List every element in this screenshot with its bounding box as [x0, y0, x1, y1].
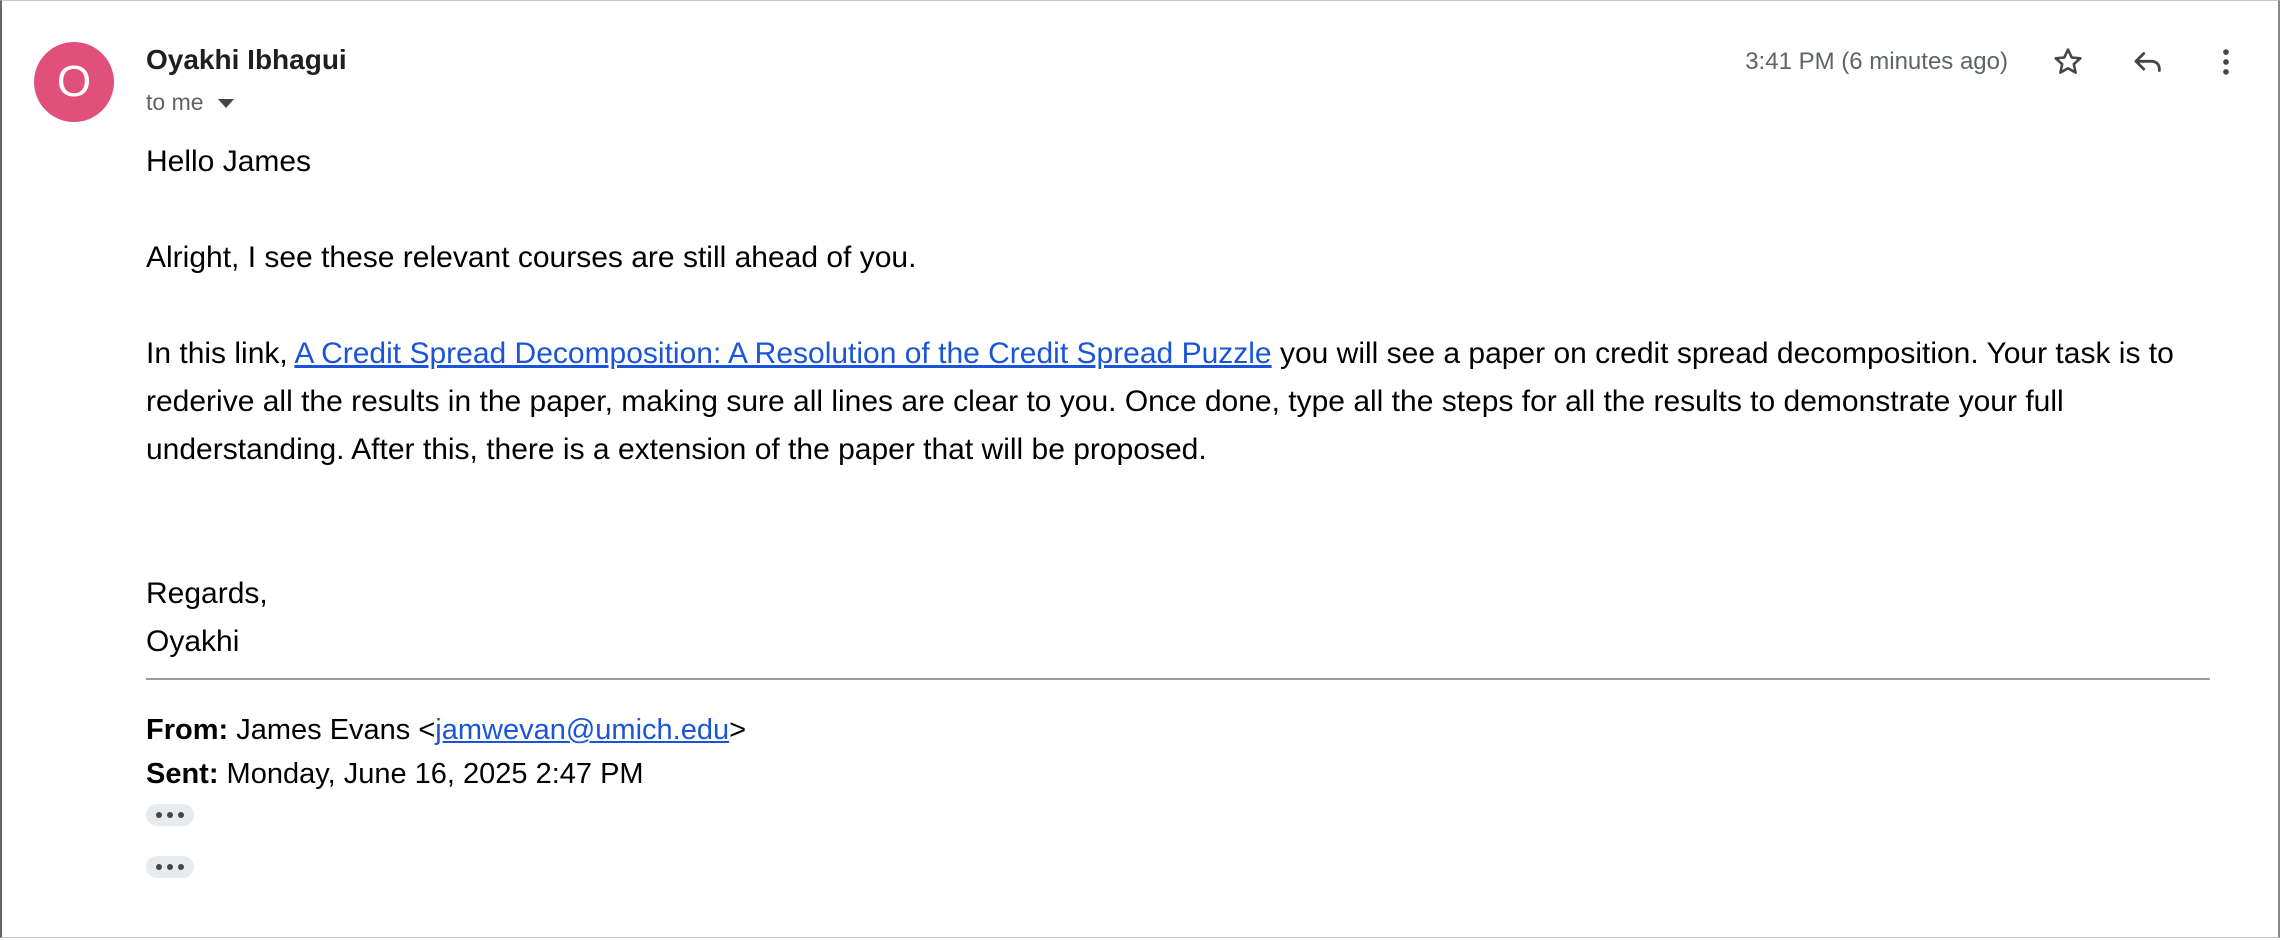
from-email-link[interactable]: jamwevan@umich.edu: [435, 714, 729, 746]
ellipsis-dot: [156, 812, 162, 818]
body-paragraph-1: Alright, I see these relevant courses ar…: [146, 241, 917, 274]
greeting-line: Hello James: [146, 145, 312, 178]
from-close: >: [729, 714, 747, 746]
quoted-sent-line: Sent: Monday, June 16, 2025 2:47 PM: [146, 754, 644, 794]
reply-button[interactable]: [2124, 38, 2172, 86]
avatar-letter: O: [56, 57, 92, 106]
ellipsis-dot: [178, 864, 184, 870]
recipient-label: to me: [146, 89, 204, 115]
show-quoted-text-button[interactable]: [146, 856, 194, 878]
quoted-from-line: From: James Evans <jamwevan@umich.edu>: [146, 710, 746, 750]
sent-label: Sent:: [146, 758, 219, 790]
star-icon: [2054, 48, 2082, 74]
ellipsis-dot: [156, 864, 162, 870]
reply-icon: [2134, 52, 2161, 72]
sent-value: Monday, June 16, 2025 2:47 PM: [218, 758, 644, 790]
quoted-message-divider: [146, 678, 2210, 680]
signoff-line: Regards,: [146, 577, 268, 610]
message-timestamp: 3:41 PM (6 minutes ago): [1745, 48, 2008, 75]
from-label: From:: [146, 714, 229, 746]
recipient-details-toggle[interactable]: to me: [146, 84, 234, 120]
more-options-button[interactable]: [2202, 38, 2250, 86]
from-name: James Evans <: [228, 714, 436, 746]
ellipsis-dot: [178, 812, 184, 818]
paragraph-2-prefix: In this link,: [146, 337, 295, 370]
ellipsis-dot: [167, 812, 173, 818]
body-paragraph-2: In this link, A Credit Spread Decomposit…: [146, 330, 2246, 474]
star-button[interactable]: [2044, 38, 2092, 86]
sender-name[interactable]: Oyakhi Ibhagui: [146, 42, 347, 78]
signature-line: Oyakhi: [146, 625, 240, 658]
show-trimmed-content-button[interactable]: [146, 804, 194, 826]
paper-link[interactable]: A Credit Spread Decomposition: A Resolut…: [294, 337, 1271, 370]
ellipsis-dot: [167, 864, 173, 870]
more-vert-icon: [2223, 49, 2229, 75]
chevron-down-icon[interactable]: [217, 99, 234, 108]
sender-avatar[interactable]: O: [34, 42, 114, 122]
